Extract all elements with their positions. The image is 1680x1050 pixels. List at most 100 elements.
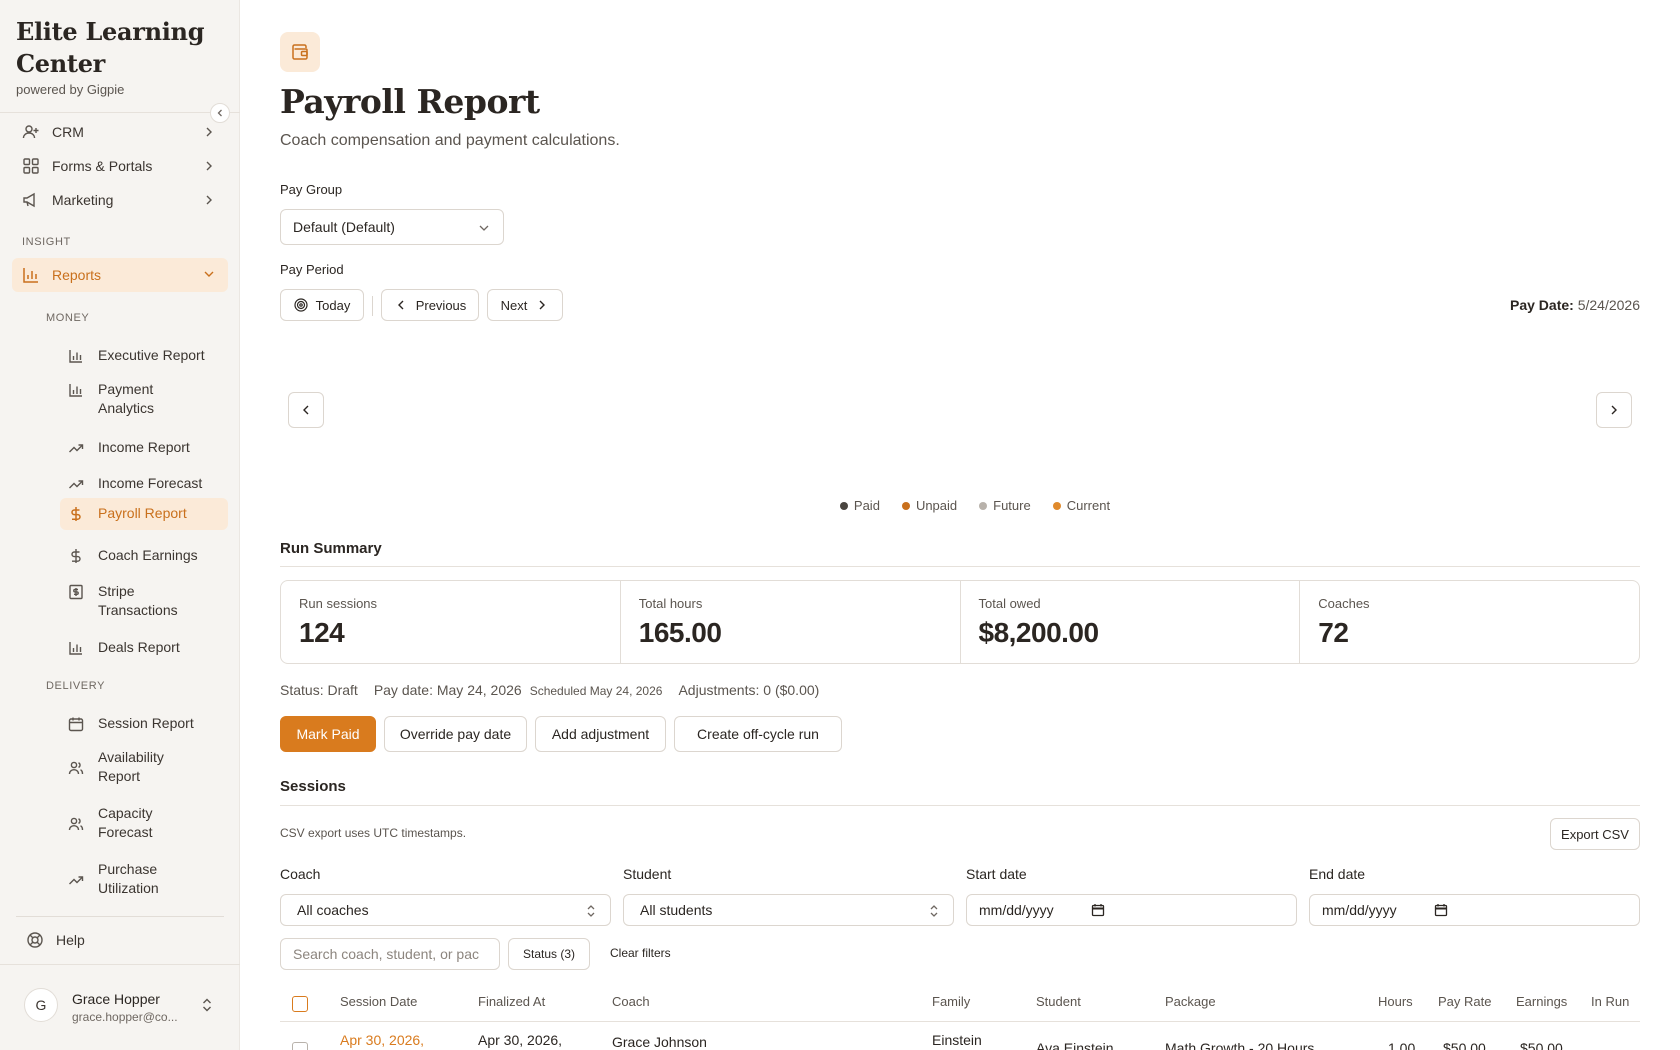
col-package[interactable]: Package: [1165, 994, 1216, 1009]
today-button[interactable]: Today: [280, 289, 364, 321]
col-student[interactable]: Student: [1036, 994, 1081, 1009]
stat-label: Total owed: [978, 596, 1041, 611]
sidebar-item-deals-report[interactable]: Deals Report: [60, 632, 228, 663]
start-date-input[interactable]: mm/dd/yyyy: [966, 894, 1297, 926]
student-filter-label: Student: [623, 866, 672, 882]
sidebar-item-label: Coach Earnings: [98, 547, 198, 563]
session-search-input[interactable]: Search coach, student, or pac: [280, 938, 500, 970]
legend-item-future: Future: [979, 498, 1031, 513]
button-separator: [372, 296, 373, 316]
col-family[interactable]: Family: [932, 994, 970, 1009]
col-in-run[interactable]: In Run: [1591, 994, 1629, 1009]
user-menu[interactable]: G Grace Hopper grace.hopper@co...: [0, 964, 240, 1050]
pay-group-label: Pay Group: [280, 182, 343, 197]
create-off-cycle-run-button[interactable]: Create off-cycle run: [674, 716, 842, 752]
wallet-icon: [280, 32, 320, 72]
section-label-money: MONEY: [46, 312, 90, 324]
sidebar-item-crm[interactable]: CRM: [12, 116, 228, 148]
pay-period-label: Pay Period: [280, 262, 344, 277]
stat-value: $8,200.00: [978, 617, 1100, 648]
lifebuoy-icon: [26, 931, 44, 949]
sessions-title: Sessions: [280, 778, 346, 795]
sidebar-item-label: CRM: [52, 124, 84, 140]
legend-label: Unpaid: [915, 498, 958, 513]
stat-total-hours: Total hours 165.00: [621, 581, 961, 663]
chevron-right-icon: [206, 161, 212, 171]
sidebar-item-marketing[interactable]: Marketing: [12, 184, 228, 216]
coach-select[interactable]: All coaches: [280, 894, 611, 926]
sidebar-item-payment-analytics[interactable]: Payment Analytics: [60, 374, 228, 424]
legend-dot: [979, 501, 988, 510]
sidebar-item-availability-report[interactable]: Availability Report: [60, 742, 228, 792]
sidebar-item-label: Help: [56, 932, 85, 948]
override-pay-date-button[interactable]: Override pay date: [384, 716, 527, 752]
run-pay-date: Pay date: May 24, 2026: [373, 682, 522, 698]
calendar-icon: [1434, 904, 1448, 917]
chevron-left-icon: [303, 405, 309, 415]
sidebar-item-label: Stripe Transactions: [98, 583, 178, 618]
legend-label: Current: [1066, 498, 1111, 513]
add-adjustment-button[interactable]: Add adjustment: [535, 716, 666, 752]
sidebar-item-forms-portals[interactable]: Forms & Portals: [12, 150, 228, 182]
user-name: Grace Hopper: [72, 991, 160, 1007]
chevrons-up-down-icon: [930, 905, 938, 917]
sidebar-item-reports[interactable]: Reports: [12, 258, 228, 292]
sidebar-item-label: Income Forecast: [98, 475, 203, 491]
next-button[interactable]: Next: [487, 289, 563, 321]
sidebar-item-payroll-report[interactable]: Payroll Report: [60, 498, 228, 530]
export-csv-button[interactable]: Export CSV: [1550, 818, 1640, 850]
student-select[interactable]: All students: [623, 894, 954, 926]
timeline-next-button[interactable]: [1596, 392, 1632, 428]
row-checkbox[interactable]: [292, 1042, 308, 1050]
sidebar-item-executive-report[interactable]: Executive Report: [60, 340, 228, 371]
sidebar-item-label: Deals Report: [98, 639, 180, 655]
clear-filters-button[interactable]: Clear filters: [610, 946, 671, 960]
pay-group-select[interactable]: Default (Default): [280, 209, 504, 245]
coach-filter-label: Coach: [280, 866, 321, 882]
mark-paid-button[interactable]: Mark Paid: [280, 716, 376, 752]
end-date-input[interactable]: mm/dd/yyyy: [1309, 894, 1640, 926]
col-finalized-at[interactable]: Finalized At: [478, 994, 545, 1009]
chevrons-up-down-icon: [587, 905, 595, 917]
user-plus-icon: [22, 123, 40, 141]
megaphone-icon: [22, 191, 40, 209]
status-filter-button[interactable]: Status (3): [508, 938, 590, 970]
end-date-label: End date: [1309, 866, 1366, 882]
sidebar-item-income-report[interactable]: Income Report: [60, 432, 228, 463]
select-all-checkbox[interactable]: [292, 996, 308, 1012]
sidebar-item-stripe-transactions[interactable]: Stripe Transactions: [60, 576, 228, 626]
col-pay-rate[interactable]: Pay Rate: [1438, 994, 1491, 1009]
sidebar-item-session-report[interactable]: Session Report: [60, 708, 228, 739]
table-header: Session Date Finalized At Coach Family S…: [280, 988, 1640, 1022]
start-date-label: Start date: [966, 866, 1027, 882]
stat-label: Total hours: [638, 596, 703, 611]
session-date-link[interactable]: Apr 30, 2026,: [340, 1032, 424, 1048]
timeline-prev-button[interactable]: [288, 392, 324, 428]
sidebar-item-label: Capacity Forecast: [98, 805, 153, 840]
col-hours[interactable]: Hours: [1378, 994, 1413, 1009]
bar-chart-icon: [68, 382, 84, 398]
sidebar-item-purchase-utilization[interactable]: Purchase Utilization: [60, 854, 228, 904]
previous-button[interactable]: Previous: [381, 289, 479, 321]
sidebar-item-capacity-forecast[interactable]: Capacity Forecast: [60, 798, 228, 848]
earnings-value: $50.00: [1520, 1040, 1563, 1050]
dollar-icon: [68, 548, 84, 564]
pay-group-value: Default (Default): [293, 219, 395, 235]
brand: Elite Learning Center powered by Gigpie: [16, 16, 216, 97]
col-session-date[interactable]: Session Date: [340, 994, 417, 1009]
run-summary-title: Run Summary: [280, 540, 382, 557]
sidebar-item-label: Executive Report: [98, 347, 205, 363]
sidebar-divider: [16, 916, 224, 917]
package-name: Math Growth - 20 Hours: [1165, 1040, 1315, 1050]
sidebar-item-label: Purchase Utilization: [98, 861, 159, 896]
legend-item-unpaid: Unpaid: [901, 498, 958, 513]
sidebar-item-label: Session Report: [98, 715, 194, 731]
student-name: Ava Einstein: [1036, 1040, 1114, 1050]
sidebar-item-coach-earnings[interactable]: Coach Earnings: [60, 540, 228, 571]
sidebar-item-income-forecast[interactable]: Income Forecast: [60, 468, 228, 499]
col-coach[interactable]: Coach: [612, 994, 650, 1009]
sidebar-item-label: Reports: [52, 267, 102, 283]
col-earnings[interactable]: Earnings: [1516, 994, 1567, 1009]
sidebar-item-help[interactable]: Help: [16, 924, 224, 956]
legend-item-paid: Paid: [839, 498, 880, 513]
